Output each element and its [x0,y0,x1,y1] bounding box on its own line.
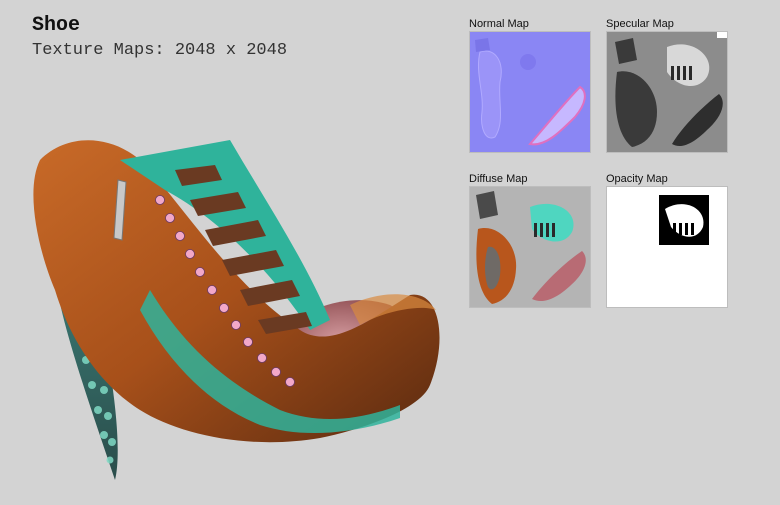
specular-map-label: Specular Map [606,18,674,30]
page-title: Shoe [32,14,81,37]
texture-size-caption: Texture Maps: 2048 x 2048 [32,41,288,60]
specular-map-panel: Specular Map [606,17,728,153]
opacity-map-panel: Opacity Map [606,172,728,308]
diffuse-map-label: Diffuse Map [469,173,528,185]
diffuse-map-panel: Diffuse Map [469,172,591,308]
diffuse-map-texture-icon [469,186,591,308]
opacity-map-label: Opacity Map [606,173,668,185]
specular-map-texture-icon [606,31,728,153]
normal-map-texture-icon [469,31,591,153]
opacity-map-texture-icon [606,186,728,308]
normal-map-panel: Normal Map [469,17,591,153]
shoe-render-icon [33,140,440,480]
normal-map-label: Normal Map [469,18,529,30]
